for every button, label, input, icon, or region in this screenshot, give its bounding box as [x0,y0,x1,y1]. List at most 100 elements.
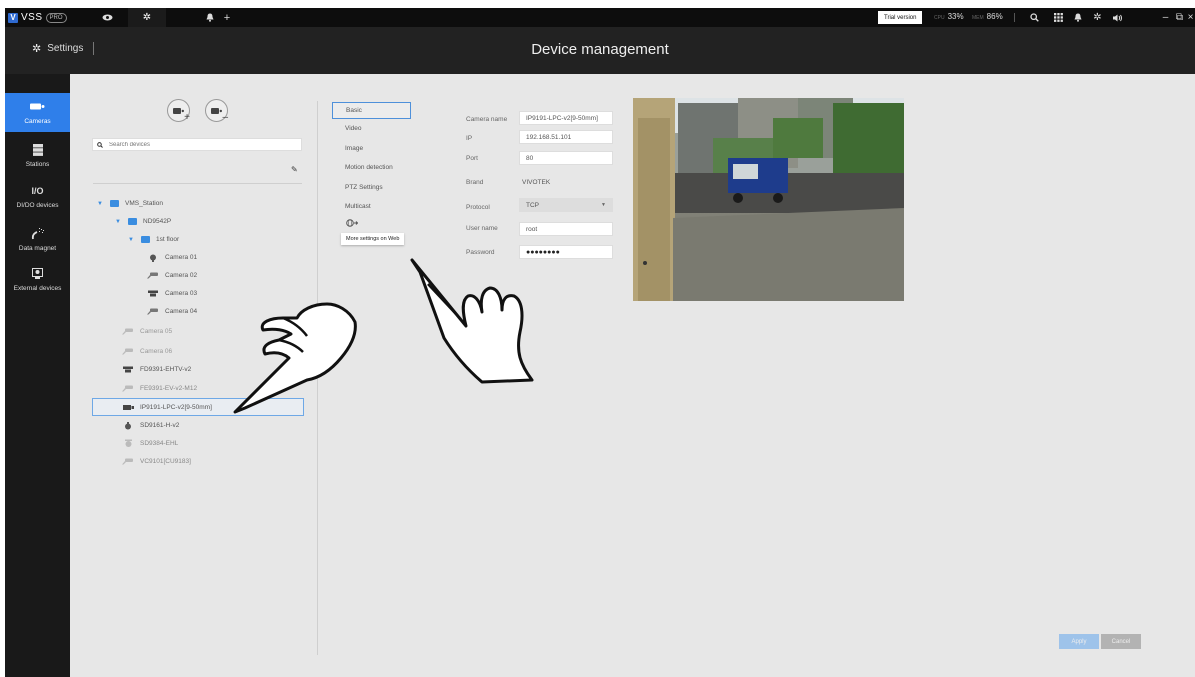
camera-name-label: Camera name [466,116,508,123]
port-label: Port [466,155,478,162]
fisheye-camera-icon [122,366,134,374]
edit-pencil-icon[interactable]: ✎ [291,165,298,174]
tab-liveview[interactable] [87,8,127,27]
app-logo: V VSS PRO [8,11,67,24]
nav-label: DI/DO devices [16,201,59,209]
nav-item-stations[interactable]: Stations [5,136,70,175]
nav-item-external-devices[interactable]: External devices [5,260,70,299]
mem-label: MEM [972,15,984,21]
tree-node-camera-03[interactable]: Camera 03 [147,286,197,301]
tree-node-camera-02[interactable]: Camera 02 [147,268,197,283]
data-magnet-icon [31,227,45,240]
tree-node-sd9161[interactable]: SD9161-H-v2 [122,418,179,433]
tree-node-label: VMS_Station [125,200,163,207]
username-field[interactable]: root [519,222,613,236]
device-search [92,138,302,151]
tree-node-label: Camera 06 [140,348,173,355]
protocol-value: TCP [526,201,539,209]
menu-item-video[interactable]: Video [332,120,411,137]
settings-gear-icon[interactable]: ✲ [1091,11,1104,24]
tree-node-camera-05[interactable]: Camera 05 [122,324,172,339]
tab-settings[interactable]: ✲ [128,8,166,27]
vivotek-logo-icon: V [8,12,18,23]
remove-device-button[interactable]: – [205,99,228,123]
close-icon[interactable]: × [1186,11,1195,24]
tree-node-vc9101[interactable]: VC9101[CU9183] [122,454,191,469]
cpu-label: CPU [934,15,945,21]
cancel-button[interactable]: Cancel [1101,634,1141,649]
tree-node-camera-01[interactable]: Camera 01 [147,250,197,265]
ip-field[interactable]: 192.168.51.101 [519,130,613,144]
menu-item-image[interactable]: Image [332,140,411,157]
plus-icon: + [184,112,190,123]
tree-node-label: ND9542P [143,218,172,225]
tree-node-fd9391[interactable]: FD9391-EHTV-v2 [122,362,191,377]
nav-item-cameras[interactable]: Cameras [5,93,70,132]
app-window: V VSS PRO ✲ + Trial version CPU 33% MEM … [5,8,1195,677]
mem-value: 86% [986,12,1003,21]
tree-node-label: 1st floor [156,236,180,243]
tree-node-camera-04[interactable]: Camera 04 [147,304,197,319]
tree-node-floor[interactable]: ▼ 1st floor [128,232,179,247]
tree-node-label: Camera 03 [165,290,198,297]
menu-item-basic[interactable]: Basic [332,102,411,119]
edition-badge: PRO [45,12,67,23]
username-label: User name [466,225,498,232]
tree-node-label: SD9384-EHL [140,440,179,447]
trial-badge: Trial version [878,11,923,24]
nav-label: Stations [25,160,50,168]
tree-node-camera-06[interactable]: Camera 06 [122,344,172,359]
eye-icon [102,14,112,21]
minus-icon: – [222,112,228,123]
speaker-icon[interactable] [1111,11,1124,24]
cpu-usage: CPU 33% [934,12,964,21]
page-title: Device management [531,41,669,58]
expand-caret-icon: ▼ [97,200,103,207]
brand-name: VSS [21,12,43,23]
restore-icon[interactable]: ⧉ [1173,11,1186,24]
tree-node-nvr[interactable]: ▼ ND9542P [115,214,171,229]
search-icon[interactable] [1028,11,1041,24]
tree-node-label: IP9191-LPC-v2[9-50mm] [140,403,212,411]
tree-node-station[interactable]: ▼ VMS_Station [97,196,163,211]
cpu-value: 33% [947,12,964,21]
brand-value: VIVOTEK [522,179,551,186]
protocol-select[interactable]: TCP ▼ [519,198,613,212]
camera-preview [633,98,904,301]
topbar-divider [1014,13,1015,22]
grid-layout-icon[interactable] [1052,11,1065,24]
tree-node-label: Camera 01 [165,254,198,261]
nav-label: Cameras [24,117,51,125]
nav-item-dido[interactable]: I/O DI/DO devices [5,177,70,216]
bullet-camera-icon [122,458,134,466]
add-device-button[interactable]: + [167,99,190,123]
add-tab-button[interactable]: + [217,8,237,27]
notification-bell-icon[interactable] [1071,11,1084,24]
bullet-camera-icon [147,272,159,280]
tree-node-label: Camera 04 [165,308,198,315]
menu-item-ptz-settings[interactable]: PTZ Settings [332,179,411,196]
tree-divider [93,183,302,184]
tree-node-fe9391[interactable]: FE9391-EV-v2-M12 [122,381,197,396]
camera-name-field[interactable]: IP9191-LPC-v2[9-50mm] [519,111,613,125]
mem-usage: MEM 86% [972,12,1003,21]
web-settings-icon[interactable] [346,219,359,229]
dropdown-arrow-icon: ▼ [601,202,606,208]
port-field[interactable]: 80 [519,151,613,165]
folder-icon [128,218,137,225]
menu-item-motion-detection[interactable]: Motion detection [332,159,411,176]
apply-button[interactable]: Apply [1059,634,1099,649]
camera-preview-image [633,98,904,301]
speed-dome-icon [122,439,134,448]
minimize-icon[interactable]: – [1159,11,1172,24]
menu-item-multicast[interactable]: Multicast [332,198,411,215]
protocol-label: Protocol [466,204,490,211]
nav-item-data-magnet[interactable]: Data magnet [5,220,70,259]
fisheye-camera-icon [147,290,159,298]
search-input[interactable] [109,141,289,148]
tree-node-label: FE9391-EV-v2-M12 [140,385,198,392]
gear-icon: ✲ [142,12,152,23]
tree-node-sd9384[interactable]: SD9384-EHL [122,436,178,451]
plus-icon: + [223,11,231,24]
tree-node-label: FD9391-EHTV-v2 [140,366,192,373]
